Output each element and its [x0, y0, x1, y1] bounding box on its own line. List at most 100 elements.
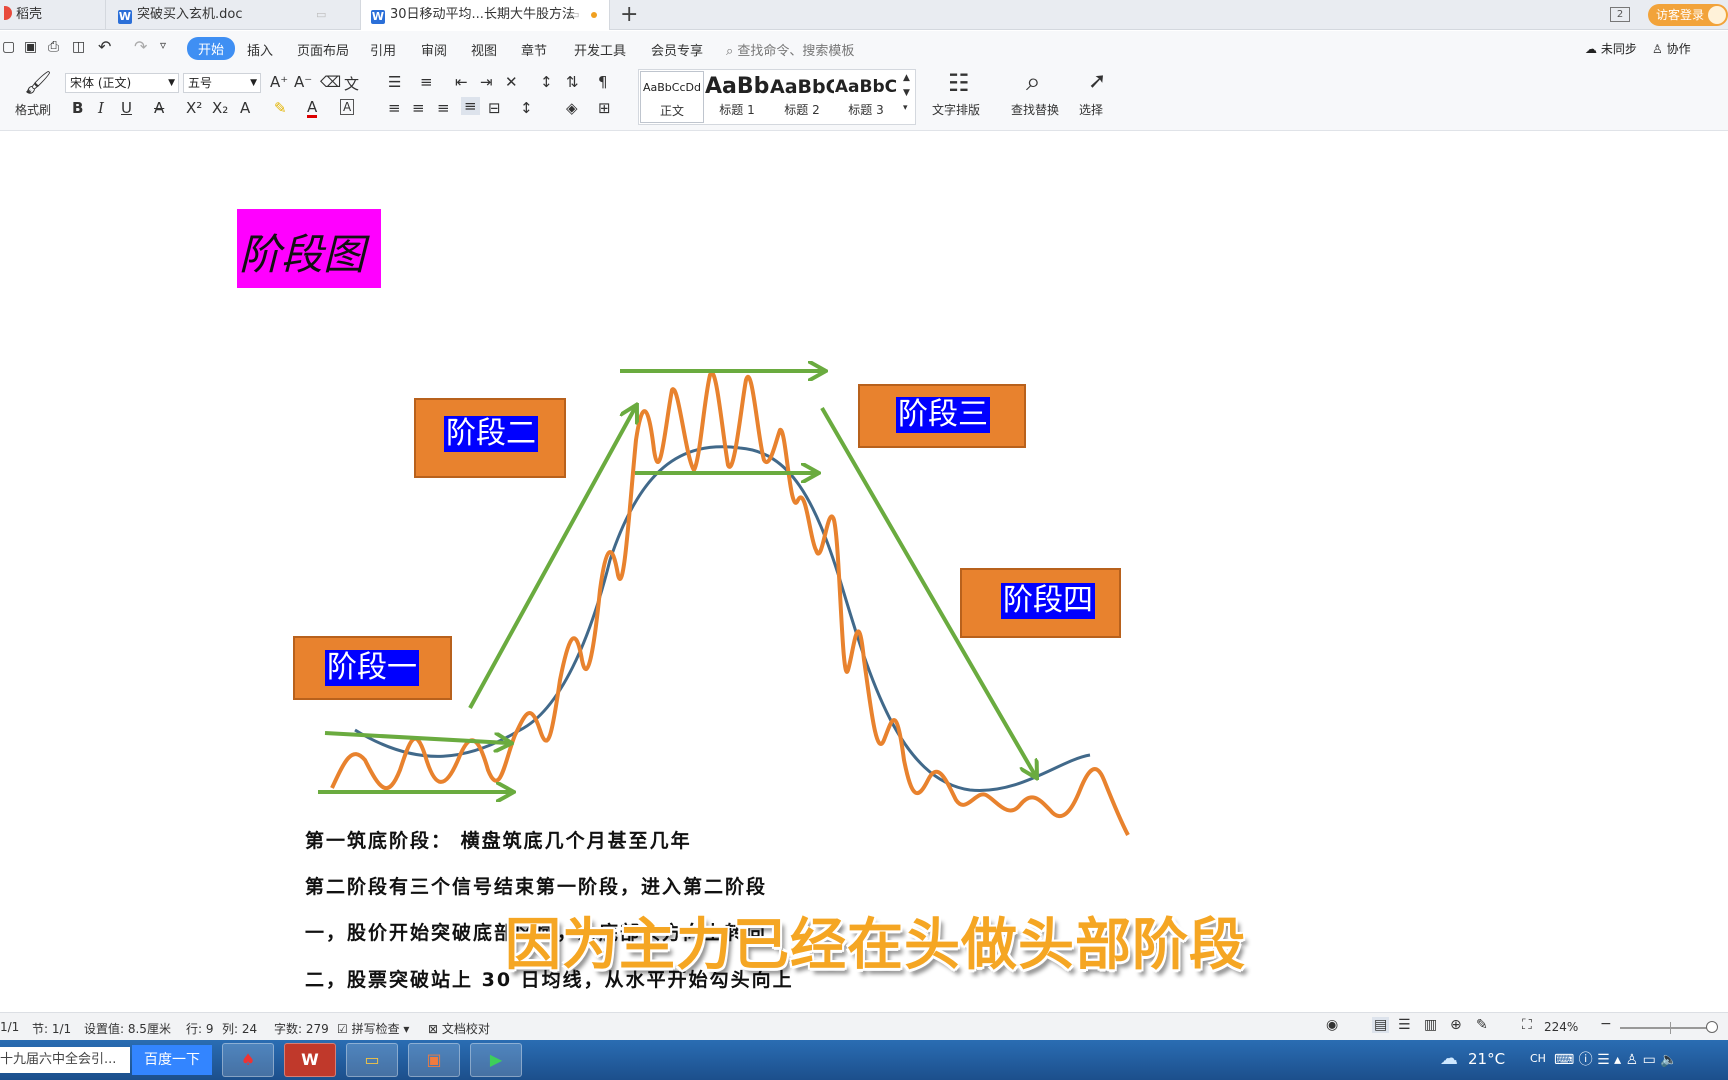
menu-home[interactable]: 开始: [187, 37, 236, 60]
menu-references[interactable]: 引用: [370, 40, 396, 59]
tray-icons[interactable]: ⌨ ⓘ ☰ ▴ ♙ ▭ 🔈: [1554, 1049, 1678, 1069]
fit-page-icon[interactable]: ⛶: [1522, 1017, 1532, 1033]
new-tab-plus-icon[interactable]: +: [620, 2, 638, 28]
document-page[interactable]: 阶段图 阶段一 阶段二 阶段三 阶段四 第一筑底阶段： 横盘筑底几个月甚至几年 …: [0, 132, 1728, 1008]
undo-icon[interactable]: ↶: [98, 37, 111, 56]
print-preview-icon[interactable]: ◫: [72, 39, 85, 55]
weather-temp[interactable]: 21°C: [1468, 1050, 1505, 1068]
highlight-icon[interactable]: ✎: [274, 99, 287, 117]
paragraph-1[interactable]: 第一筑底阶段： 横盘筑底几个月甚至几年: [305, 826, 692, 853]
subscript-icon[interactable]: X₂: [212, 99, 228, 117]
numbered-list-icon[interactable]: ≡: [420, 73, 433, 91]
distribute-icon[interactable]: ⊟: [488, 99, 501, 117]
superscript-icon[interactable]: X²: [186, 99, 202, 117]
collaborate-button[interactable]: ♙ 协作: [1652, 40, 1691, 57]
input-language[interactable]: CH: [1530, 1052, 1546, 1065]
tab-doc-breakthrough[interactable]: W 突破买入玄机.doc ▭: [105, 0, 360, 30]
paragraph-2[interactable]: 第二阶段有三个信号结束第一阶段，进入第二阶段: [305, 872, 767, 899]
sync-status[interactable]: ☁ 未同步: [1585, 40, 1637, 57]
borders-icon[interactable]: ⊞: [598, 99, 611, 117]
player-app-icon[interactable]: ▶: [470, 1043, 522, 1077]
print-icon[interactable]: ⎙: [48, 39, 59, 55]
save-icon[interactable]: ▢: [2, 39, 15, 55]
eye-protect-icon[interactable]: ◉: [1326, 1017, 1338, 1033]
menu-developer[interactable]: 开发工具: [574, 40, 626, 59]
sort-icon[interactable]: ⇅: [566, 73, 579, 91]
decrease-font-icon[interactable]: A⁻: [294, 73, 312, 91]
line-spacing-icon[interactable]: ↕: [520, 99, 533, 117]
menu-insert[interactable]: 插入: [247, 40, 273, 59]
visitor-login-button[interactable]: 访客登录: [1648, 4, 1728, 26]
zoom-slider[interactable]: [1620, 1021, 1718, 1034]
shading-icon[interactable]: ◈: [566, 99, 578, 117]
zoom-slider-handle[interactable]: [1706, 1021, 1718, 1033]
solitaire-app-icon[interactable]: ♠: [222, 1043, 274, 1077]
bold-icon[interactable]: B: [72, 99, 83, 117]
increase-font-icon[interactable]: A⁺: [270, 73, 288, 91]
select-button[interactable]: 选择: [1079, 101, 1103, 118]
web-view-icon[interactable]: ⊕: [1450, 1017, 1462, 1033]
tab-daoke[interactable]: 稻壳: [0, 0, 105, 30]
menu-member[interactable]: 会员专享: [651, 40, 703, 59]
increase-indent-icon[interactable]: ⇥: [480, 73, 493, 91]
decrease-indent-icon[interactable]: ⇤: [455, 73, 468, 91]
zoom-level[interactable]: 224%: [1544, 1020, 1578, 1034]
tab-pin-icon[interactable]: ▭: [569, 0, 579, 30]
bullet-list-icon[interactable]: ☰: [388, 73, 401, 91]
annotate-icon[interactable]: ✎: [1476, 1017, 1488, 1033]
chinese-layout-icon[interactable]: ✕: [505, 73, 518, 91]
status-page[interactable]: 1/1: [0, 1020, 19, 1034]
page-view-icon[interactable]: ▤: [1372, 1017, 1390, 1033]
menu-review[interactable]: 审阅: [421, 40, 447, 59]
file-explorer-icon[interactable]: ▭: [346, 1043, 398, 1077]
format-painter-label[interactable]: 格式刷: [15, 101, 51, 118]
italic-icon[interactable]: I: [98, 99, 104, 117]
font-name-select[interactable]: 宋体 (正文) ▼: [65, 73, 179, 93]
outline-view-icon[interactable]: ☰: [1398, 1017, 1411, 1033]
text-layout-button[interactable]: 文字排版: [932, 101, 980, 118]
export-pdf-icon[interactable]: ▣: [24, 39, 37, 55]
zoom-out-icon[interactable]: −: [1600, 1016, 1612, 1032]
spellcheck-button[interactable]: ☑ 拼写检查 ▾: [337, 1020, 409, 1037]
menu-chapter[interactable]: 章节: [521, 40, 547, 59]
show-marks-icon[interactable]: ¶: [598, 73, 608, 91]
underline-icon[interactable]: U: [121, 99, 132, 117]
text-effect-icon[interactable]: A: [240, 99, 250, 117]
font-size-select[interactable]: 五号 ▼: [183, 73, 261, 93]
status-word-count[interactable]: 字数: 279: [274, 1020, 329, 1037]
style-heading-3[interactable]: AaBbC 标题 3: [834, 71, 898, 123]
strikethrough-icon[interactable]: A: [154, 99, 164, 117]
align-center-icon[interactable]: ≡: [412, 99, 425, 117]
menu-view[interactable]: 视图: [471, 40, 497, 59]
style-heading-2[interactable]: AaBbC 标题 2: [770, 71, 834, 123]
baidu-search-input[interactable]: 十九届六中全会引...: [0, 1047, 130, 1073]
redo-icon[interactable]: ↷: [134, 37, 147, 56]
clear-format-icon[interactable]: ⌫: [320, 73, 341, 91]
proofread-button[interactable]: ⊠ 文档校对: [428, 1020, 490, 1037]
tab-pin-icon[interactable]: ▭: [316, 0, 326, 30]
find-replace-button[interactable]: 查找替换: [1011, 101, 1059, 118]
wps-app-icon[interactable]: W: [284, 1043, 336, 1077]
justify-icon[interactable]: ≡: [461, 97, 480, 115]
style-scroll-icon[interactable]: ▲ ▼ ▾: [903, 71, 910, 116]
char-border-icon[interactable]: A: [340, 99, 355, 115]
reading-view-icon[interactable]: ▥: [1424, 1017, 1437, 1033]
align-left-icon[interactable]: ≡: [388, 99, 401, 117]
phonetic-guide-icon[interactable]: 文: [344, 73, 359, 94]
chevron-down-icon: ▼: [250, 78, 257, 88]
command-search[interactable]: ⌕ 查找命令、搜索模板: [726, 40, 854, 59]
align-right-icon[interactable]: ≡: [437, 99, 450, 117]
text-direction-icon[interactable]: ↕: [540, 73, 553, 91]
weather-icon: ☁: [1440, 1048, 1458, 1069]
window-count-badge[interactable]: 2: [1610, 7, 1630, 22]
font-color-icon[interactable]: A: [307, 99, 318, 118]
menu-page-layout[interactable]: 页面布局: [297, 40, 349, 59]
format-painter-icon[interactable]: 🖌: [24, 71, 52, 96]
style-normal[interactable]: AaBbCcDd 正文: [640, 71, 704, 123]
font-size-value: 五号: [188, 76, 213, 90]
customize-toolbar-icon[interactable]: ▿: [160, 38, 166, 52]
style-heading-1[interactable]: AaBb 标题 1: [705, 71, 769, 123]
tab-doc-30day-ma[interactable]: W 30日移动平均...长期大牛股方法 ▭: [360, 0, 610, 30]
baidu-search-button[interactable]: 百度一下: [132, 1045, 212, 1075]
media-app-icon[interactable]: ▣: [408, 1043, 460, 1077]
